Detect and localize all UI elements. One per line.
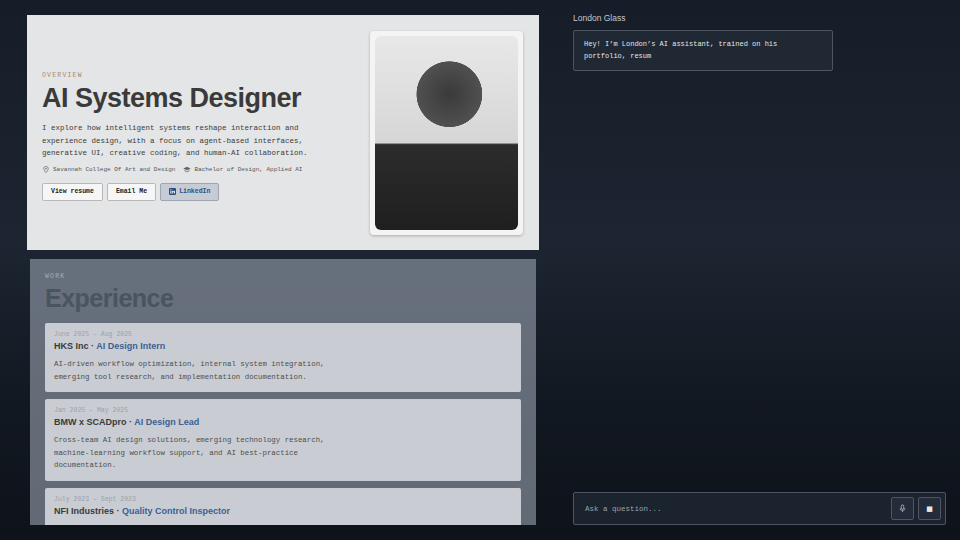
button-row: View resume Email Me LinkedIn bbox=[42, 183, 317, 201]
stop-button[interactable]: ■ bbox=[918, 497, 941, 520]
profile-photo bbox=[370, 31, 523, 235]
experience-description: AI-driven workflow optimization, interna… bbox=[54, 358, 334, 383]
overview-description: I explore how intelligent systems reshap… bbox=[42, 122, 317, 160]
experience-item: July 2023 – Sept 2023 NFI Industries · Q… bbox=[45, 488, 521, 526]
experience-item: June 2025 – Aug 2025 HKS Inc · AI Design… bbox=[45, 323, 521, 392]
page: OVERVIEW AI Systems Designer I explore h… bbox=[0, 0, 960, 540]
chat-message: Hey! I’m London’s AI assistant, trained … bbox=[573, 30, 833, 71]
experience-list: June 2025 – Aug 2025 HKS Inc · AI Design… bbox=[45, 323, 521, 525]
experience-dates: July 2023 – Sept 2023 bbox=[54, 496, 512, 503]
linkedin-icon bbox=[169, 188, 176, 195]
message-list: Hey! I’m London’s AI assistant, trained … bbox=[573, 30, 946, 492]
chat-title: London Glass bbox=[573, 13, 946, 23]
experience-job: BMW x SCADpro · AI Design Lead bbox=[54, 417, 512, 427]
link-button[interactable]: View resume bbox=[42, 183, 103, 201]
experience-title: Experience bbox=[45, 284, 521, 313]
location-pin-icon bbox=[42, 166, 50, 173]
degree: Bachelor of Design, Applied AI bbox=[183, 166, 302, 173]
link-button[interactable]: LinkedIn bbox=[160, 183, 219, 201]
microphone-icon bbox=[899, 504, 906, 513]
experience-dates: Jan 2025 – May 2025 bbox=[54, 407, 512, 414]
experience-job: HKS Inc · AI Design Intern bbox=[54, 341, 512, 351]
experience-label: WORK bbox=[45, 273, 521, 280]
overview-card: OVERVIEW AI Systems Designer I explore h… bbox=[27, 15, 539, 250]
overview-title: AI Systems Designer bbox=[42, 83, 317, 114]
overview-label: OVERVIEW bbox=[42, 72, 317, 79]
portfolio-column[interactable]: OVERVIEW AI Systems Designer I explore h… bbox=[27, 15, 539, 525]
link-button[interactable]: Email Me bbox=[107, 183, 156, 201]
experience-item: Jan 2025 – May 2025 BMW x SCADpro · AI D… bbox=[45, 399, 521, 481]
experience-description: Cross-team AI design solutions, emerging… bbox=[54, 434, 334, 472]
experience-card: WORK Experience June 2025 – Aug 2025 HKS… bbox=[30, 259, 536, 525]
experience-dates: June 2025 – Aug 2025 bbox=[54, 331, 512, 338]
meta-row: Savannah College Of Art and Design Bache… bbox=[42, 166, 317, 173]
chat-panel: London Glass Hey! I’m London’s AI assist… bbox=[573, 15, 946, 525]
school: Savannah College Of Art and Design bbox=[42, 166, 175, 173]
graduation-cap-icon bbox=[183, 166, 191, 173]
mic-button[interactable] bbox=[891, 497, 914, 520]
experience-job: NFI Industries · Quality Control Inspect… bbox=[54, 506, 512, 516]
chat-input[interactable] bbox=[583, 504, 887, 514]
chat-input-bar: ■ bbox=[573, 492, 946, 525]
